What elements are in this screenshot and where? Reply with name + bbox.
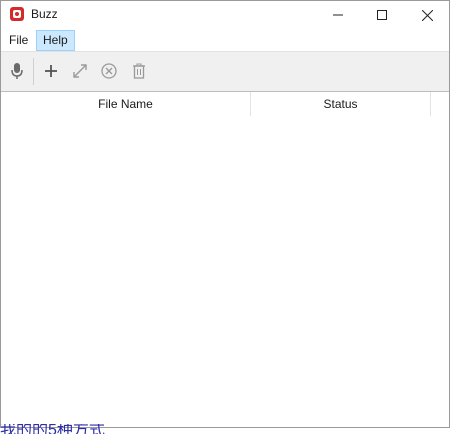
title-bar[interactable]: Buzz <box>1 1 449 29</box>
plus-icon <box>45 65 57 77</box>
maximize-button[interactable] <box>360 1 404 29</box>
cancel-circle-icon <box>101 63 117 79</box>
buzz-window: Buzz File Help File Name Status <box>0 0 450 428</box>
delete-button[interactable] <box>129 61 149 81</box>
toolbar-separator <box>33 58 34 85</box>
add-file-button[interactable] <box>41 61 61 81</box>
minimize-icon <box>333 14 343 16</box>
column-header-status[interactable]: Status <box>251 92 431 116</box>
expand-icon <box>73 64 87 78</box>
table-header: File Name Status <box>1 92 449 116</box>
maximize-icon <box>377 10 387 20</box>
close-icon <box>421 9 433 21</box>
menu-bar: File Help <box>1 29 449 51</box>
transcription-table[interactable]: File Name Status <box>1 91 449 427</box>
column-header-file-name[interactable]: File Name <box>1 92 251 116</box>
minimize-button[interactable] <box>316 1 360 29</box>
trash-icon <box>133 63 145 79</box>
buzz-app-icon <box>10 7 24 21</box>
toolbar <box>1 51 449 91</box>
close-button[interactable] <box>405 1 449 29</box>
background-window-text: 我的的5种方式 <box>0 424 105 434</box>
menu-help[interactable]: Help <box>36 30 75 51</box>
menu-file[interactable]: File <box>3 30 34 50</box>
open-transcript-button[interactable] <box>70 61 90 81</box>
microphone-icon <box>11 63 23 79</box>
cancel-transcription-button[interactable] <box>99 61 119 81</box>
table-body <box>1 116 449 428</box>
window-title: Buzz <box>31 7 58 21</box>
record-button[interactable] <box>7 61 27 81</box>
